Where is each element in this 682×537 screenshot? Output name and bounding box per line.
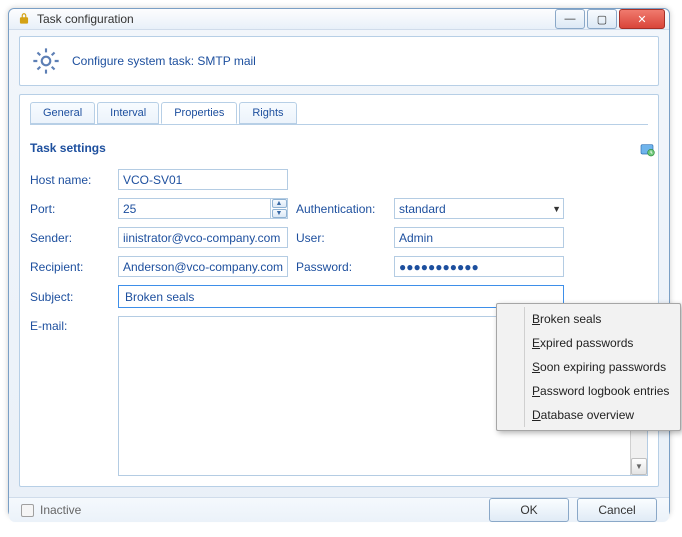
- inactive-label: Inactive: [40, 503, 81, 517]
- password-label: Password:: [296, 260, 386, 274]
- auth-label: Authentication:: [296, 202, 386, 216]
- context-menu-item[interactable]: Password logbook entries: [526, 379, 677, 403]
- context-menu-item[interactable]: Expired passwords: [526, 331, 677, 355]
- user-input[interactable]: [394, 227, 564, 248]
- subject-label: Subject:: [30, 290, 110, 304]
- user-label: User:: [296, 231, 386, 245]
- chevron-down-icon: ▼: [552, 204, 561, 214]
- email-label: E-mail:: [30, 316, 110, 333]
- section-title: Task settings: [30, 141, 648, 155]
- minimize-button[interactable]: —: [555, 9, 585, 29]
- host-input[interactable]: [118, 169, 288, 190]
- auth-value: standard: [399, 202, 446, 216]
- template-context-menu: Broken sealsExpired passwordsSoon expiri…: [496, 303, 681, 431]
- lock-icon: [17, 12, 31, 26]
- close-button[interactable]: ✕: [619, 9, 665, 29]
- password-input[interactable]: [394, 256, 564, 277]
- port-label: Port:: [30, 202, 110, 216]
- footer: Inactive OK Cancel: [9, 497, 669, 522]
- scroll-down-button[interactable]: ▼: [631, 458, 647, 475]
- port-spin-up[interactable]: ▲: [272, 199, 287, 208]
- context-menu-item[interactable]: Database overview: [526, 403, 677, 427]
- context-menu-item[interactable]: Broken seals: [526, 307, 677, 331]
- dialog-window: Task configuration — ▢ ✕ Configure syste…: [8, 8, 670, 517]
- port-spinner: ▲ ▼: [270, 199, 287, 219]
- inactive-checkbox[interactable]: [21, 504, 34, 517]
- port-input[interactable]: 25 ▲ ▼: [118, 198, 288, 219]
- window-title: Task configuration: [37, 12, 555, 26]
- tab-general[interactable]: General: [30, 102, 95, 124]
- maximize-button[interactable]: ▢: [587, 9, 617, 29]
- tab-properties[interactable]: Properties: [161, 102, 237, 124]
- window-buttons: — ▢ ✕: [555, 9, 665, 29]
- tab-interval[interactable]: Interval: [97, 102, 159, 124]
- gear-icon: [30, 45, 62, 77]
- cancel-button[interactable]: Cancel: [577, 498, 657, 522]
- sender-input[interactable]: [118, 227, 288, 248]
- ok-button[interactable]: OK: [489, 498, 569, 522]
- recipient-label: Recipient:: [30, 260, 110, 274]
- context-menu-item[interactable]: Soon expiring passwords: [526, 355, 677, 379]
- tab-rights[interactable]: Rights: [239, 102, 296, 124]
- host-label: Host name:: [30, 173, 110, 187]
- tab-strip: General Interval Properties Rights: [30, 102, 648, 124]
- subject-input[interactable]: [123, 289, 559, 305]
- port-value: 25: [119, 202, 270, 216]
- auth-select[interactable]: standard ▼: [394, 198, 564, 219]
- recipient-input[interactable]: [118, 256, 288, 277]
- port-spin-down[interactable]: ▼: [272, 209, 287, 218]
- task-header: Configure system task: SMTP mail: [19, 36, 659, 86]
- titlebar: Task configuration — ▢ ✕: [9, 9, 669, 30]
- sender-label: Sender:: [30, 231, 110, 245]
- task-header-text: Configure system task: SMTP mail: [72, 54, 256, 68]
- form-grid: Host name: Port: 25 ▲ ▼ Authentication: …: [30, 169, 648, 308]
